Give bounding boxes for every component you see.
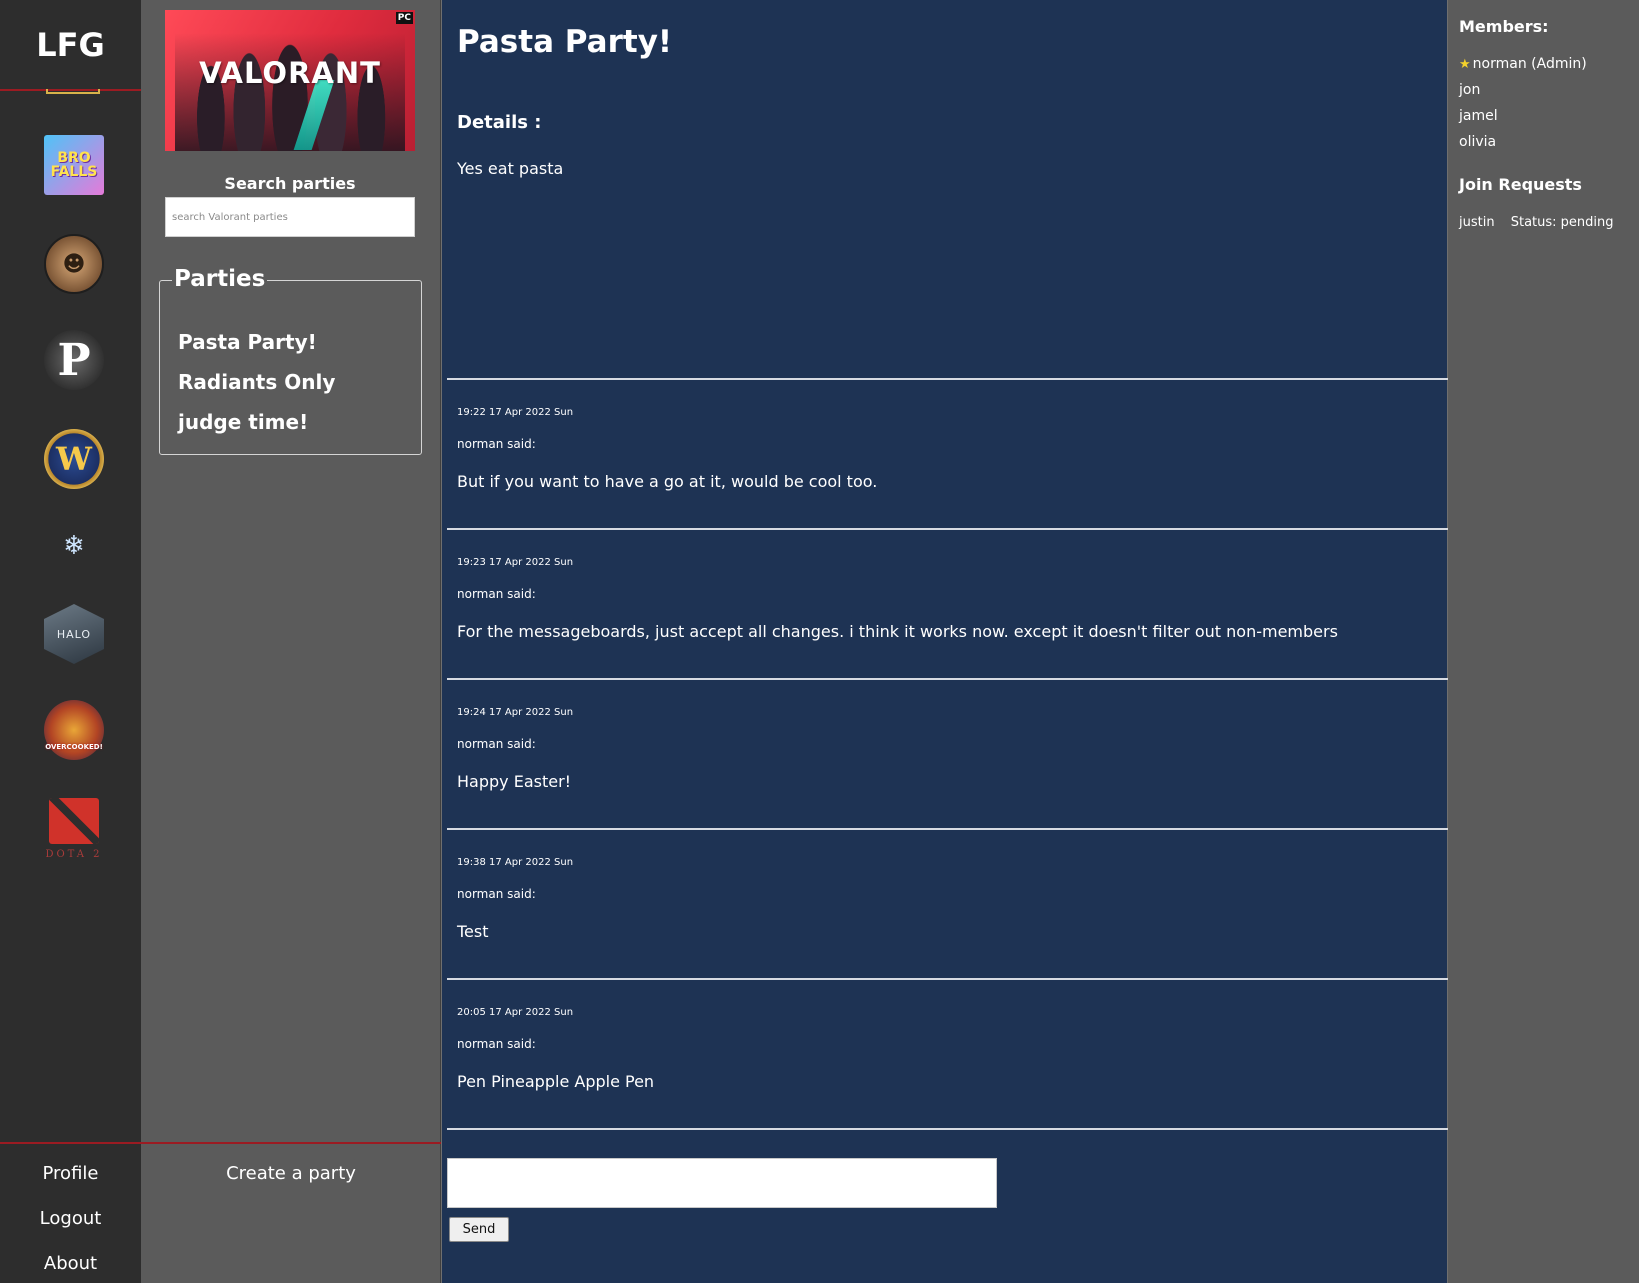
- party-sidebar: VALORANT PC Search parties Parties Pasta…: [141, 0, 441, 1283]
- game-banner[interactable]: VALORANT PC: [165, 10, 415, 151]
- message-text: Happy Easter!: [457, 772, 572, 791]
- world-of-warcraft-icon[interactable]: W: [44, 429, 104, 489]
- chat-message: 19:38 17 Apr 2022 Sun norman said: Test: [447, 828, 1449, 978]
- message-author: norman said:: [457, 1037, 536, 1051]
- member-item[interactable]: jon: [1459, 82, 1480, 98]
- party-list-item[interactable]: Pasta Party!: [178, 330, 317, 354]
- join-request-status: Status: pending: [1510, 215, 1614, 230]
- banner-game-title: VALORANT: [199, 56, 381, 90]
- ff-icon-glyph: ❄: [63, 531, 85, 561]
- about-link[interactable]: About: [0, 1253, 141, 1274]
- p-game-icon[interactable]: P: [44, 330, 104, 390]
- members-heading: Members:: [1459, 17, 1549, 36]
- coin-game-icon-glyph: ☻: [62, 251, 86, 277]
- p-game-icon-glyph: P: [57, 334, 91, 386]
- halo-icon-label: HALO: [56, 627, 92, 641]
- send-button[interactable]: Send: [449, 1217, 509, 1242]
- details-label: Details :: [457, 112, 542, 133]
- members-panel: Members: ★ norman (Admin) jon jamel olivi…: [1448, 0, 1639, 1283]
- message-timestamp: 19:24 17 Apr 2022 Sun: [457, 707, 574, 718]
- halo-icon[interactable]: HALO: [44, 604, 104, 664]
- parties-heading: Parties: [172, 266, 268, 292]
- app-root: LFG BRO FALLS ☻ P W ❄ HALO OVERCOOKED! D…: [0, 0, 1639, 1283]
- member-item[interactable]: ★ norman (Admin): [1459, 56, 1587, 72]
- party-list-item[interactable]: Radiants Only: [178, 370, 335, 394]
- scrolled-game-icon-edge: [46, 89, 100, 94]
- create-party-link[interactable]: Create a party: [141, 1163, 441, 1184]
- message-author: norman said:: [457, 437, 536, 451]
- profile-link[interactable]: Profile: [0, 1163, 141, 1184]
- join-request-row: justin Status: pending: [1459, 215, 1614, 230]
- dota-2-mark: [49, 798, 99, 844]
- message-author: norman said:: [457, 887, 536, 901]
- dota-2-icon-label: DOTA 2: [45, 849, 103, 860]
- overcooked-icon-label: OVERCOOKED!: [45, 743, 103, 751]
- bro-falls-icon[interactable]: BRO FALLS: [44, 135, 104, 195]
- chat-message: 19:24 17 Apr 2022 Sun norman said: Happy…: [447, 678, 1449, 828]
- app-logo[interactable]: LFG: [0, 0, 141, 91]
- message-timestamp: 19:22 17 Apr 2022 Sun: [457, 407, 574, 418]
- final-fantasy-xiv-icon[interactable]: ❄: [44, 516, 104, 576]
- message-author: norman said:: [457, 737, 536, 751]
- party-list-item[interactable]: judge time!: [178, 410, 308, 434]
- member-item[interactable]: olivia: [1459, 134, 1496, 150]
- coin-game-icon[interactable]: ☻: [44, 234, 104, 294]
- chat-message: 19:22 17 Apr 2022 Sun norman said: But i…: [447, 378, 1449, 528]
- message-text: Test: [457, 922, 489, 941]
- messages-end-divider: [447, 1128, 1449, 1130]
- platform-badge: PC: [395, 12, 413, 24]
- admin-star-icon: ★: [1459, 57, 1471, 72]
- chat-message: 20:05 17 Apr 2022 Sun norman said: Pen P…: [447, 978, 1449, 1128]
- message-author: norman said:: [457, 587, 536, 601]
- message-text: Pen Pineapple Apple Pen: [457, 1072, 655, 1091]
- chat-message: 19:23 17 Apr 2022 Sun norman said: For t…: [447, 528, 1449, 678]
- message-timestamp: 19:23 17 Apr 2022 Sun: [457, 557, 574, 568]
- search-parties-label: Search parties: [224, 174, 356, 193]
- join-request-name[interactable]: justin: [1459, 215, 1495, 230]
- details-text: Yes eat pasta: [457, 159, 564, 178]
- logout-link[interactable]: Logout: [0, 1208, 141, 1229]
- party-chat: Pasta Party! Details : Yes eat pasta 19:…: [441, 0, 1449, 1283]
- message-timestamp: 20:05 17 Apr 2022 Sun: [457, 1007, 574, 1018]
- message-text: But if you want to have a go at it, woul…: [457, 472, 878, 491]
- parties-fieldset: Parties Pasta Party! Radiants Only judge…: [159, 266, 422, 455]
- member-name: norman (Admin): [1472, 56, 1587, 72]
- join-requests-heading: Join Requests: [1459, 175, 1582, 194]
- overcooked-icon[interactable]: OVERCOOKED!: [44, 700, 104, 760]
- party-title: Pasta Party!: [457, 24, 673, 60]
- member-item[interactable]: jamel: [1459, 108, 1498, 124]
- bro-falls-icon-label: BRO FALLS: [50, 150, 98, 180]
- game-rail: LFG BRO FALLS ☻ P W ❄ HALO OVERCOOKED! D…: [0, 0, 141, 1283]
- dota-2-icon[interactable]: DOTA 2: [44, 798, 104, 866]
- message-input[interactable]: [447, 1158, 997, 1208]
- message-timestamp: 19:38 17 Apr 2022 Sun: [457, 857, 574, 868]
- search-parties-input[interactable]: [165, 197, 415, 237]
- footer-divider: [0, 1142, 441, 1144]
- message-text: For the messageboards, just accept all c…: [457, 622, 1338, 641]
- wow-icon-glyph: W: [56, 440, 92, 478]
